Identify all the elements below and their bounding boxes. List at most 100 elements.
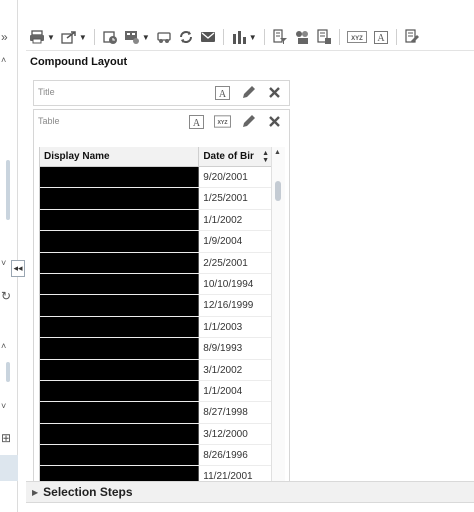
format-container-icon[interactable]: XYZ bbox=[214, 113, 231, 130]
schedule-button[interactable] bbox=[99, 26, 121, 48]
sort-arrows-icon[interactable]: ▲ ▼ bbox=[262, 150, 269, 164]
redacted-display-name-cell bbox=[40, 316, 200, 338]
date-of-birth-cell: 1/1/2004 bbox=[199, 380, 271, 402]
table-row: 1/1/2002 bbox=[40, 209, 271, 232]
new-view-icon bbox=[232, 31, 246, 44]
date-of-birth-cell: 1/9/2004 bbox=[199, 231, 271, 252]
xyz-label: XYZ bbox=[351, 36, 363, 42]
email-icon bbox=[200, 32, 215, 42]
date-of-birth-cell: 12/16/1999 bbox=[199, 295, 271, 316]
title-view-label: Title bbox=[38, 87, 55, 97]
preview-button[interactable] bbox=[153, 26, 175, 48]
expand-panel-icon[interactable]: » bbox=[1, 31, 8, 43]
calculated-items-button[interactable] bbox=[313, 26, 335, 48]
format-view-icon[interactable]: A bbox=[214, 84, 231, 101]
compound-layout-title: Compound Layout bbox=[30, 56, 128, 68]
toolbar-separator bbox=[93, 29, 95, 45]
chevron-up-icon-2[interactable]: ˄ bbox=[1, 340, 6, 352]
date-of-birth-cell: 8/26/1996 bbox=[199, 445, 271, 466]
date-of-birth-cell: 11/21/2001 bbox=[199, 466, 271, 481]
edit-properties-icon bbox=[405, 29, 419, 43]
date-of-birth-cell: 8/9/1993 bbox=[199, 338, 271, 359]
scroll-up-icon[interactable]: ▲ bbox=[274, 149, 281, 156]
table-row: 1/1/2004 bbox=[40, 380, 271, 403]
redacted-display-name-cell bbox=[40, 402, 200, 423]
table-row: 11/21/2001 bbox=[40, 466, 271, 481]
email-button[interactable] bbox=[197, 26, 219, 48]
table-row: 3/1/2002 bbox=[40, 359, 271, 381]
redacted-display-name-cell bbox=[40, 338, 200, 359]
redacted-display-name-cell bbox=[40, 445, 200, 466]
results-table: Display Name Date of Bir ▲ ▼ 9/20/2001 1/2… bbox=[39, 147, 271, 481]
table-view-actions: A XYZ bbox=[188, 113, 283, 130]
table-row: 1/9/2004 bbox=[40, 231, 271, 253]
title-view-container[interactable]: Title A bbox=[33, 80, 290, 106]
left-pane-scrollbar[interactable] bbox=[6, 160, 10, 220]
selectors-button[interactable] bbox=[291, 26, 313, 48]
hierarchy-icon[interactable]: ⊞ bbox=[1, 432, 11, 444]
remove-view-icon[interactable] bbox=[266, 113, 283, 130]
column-properties-button[interactable]: XYZ bbox=[344, 26, 370, 48]
edit-view-icon[interactable] bbox=[240, 84, 257, 101]
table-header-row: Display Name Date of Bir ▲ ▼ bbox=[40, 147, 271, 167]
redacted-display-name-cell bbox=[40, 295, 200, 316]
caret-down-icon: ▼ bbox=[141, 32, 150, 42]
prompts-icon bbox=[124, 31, 139, 44]
svg-text:A: A bbox=[219, 89, 227, 100]
text-icon: A bbox=[373, 31, 388, 44]
toolbar-separator bbox=[395, 29, 397, 45]
column-header-display-name[interactable]: Display Name bbox=[40, 147, 200, 166]
remove-view-icon[interactable] bbox=[266, 84, 283, 101]
table-row: 2/25/2001 bbox=[40, 252, 271, 274]
title-view-actions: A bbox=[214, 84, 283, 101]
edit-properties-button[interactable] bbox=[401, 26, 423, 48]
refresh-button[interactable] bbox=[175, 26, 197, 48]
left-pane-selected-item[interactable] bbox=[0, 455, 18, 481]
schedule-icon bbox=[103, 31, 117, 44]
date-of-birth-cell: 1/1/2003 bbox=[199, 316, 271, 338]
table-row: 8/27/1998 bbox=[40, 402, 271, 424]
refresh-icon bbox=[179, 31, 192, 43]
column-header-date-of-birth[interactable]: Date of Bir ▲ ▼ bbox=[199, 147, 271, 166]
date-of-birth-cell: 1/25/2001 bbox=[199, 188, 271, 209]
table-row: 1/25/2001 bbox=[40, 188, 271, 210]
caret-down-icon: ▼ bbox=[47, 32, 55, 42]
redacted-display-name-cell bbox=[40, 167, 200, 188]
redacted-display-name-cell bbox=[40, 423, 200, 445]
expand-arrow-icon[interactable]: ▶ bbox=[32, 488, 38, 497]
table-row: 12/16/1999 bbox=[40, 295, 271, 317]
table-vertical-scrollbar[interactable]: ▲ bbox=[271, 147, 285, 481]
selection-steps-panel[interactable]: ▶ Selection Steps bbox=[26, 481, 474, 503]
format-view-icon[interactable]: A bbox=[188, 113, 205, 130]
svg-text:A: A bbox=[193, 118, 201, 129]
chevron-down-icon-2[interactable]: ˅ bbox=[1, 400, 6, 412]
scrollbar-thumb[interactable] bbox=[275, 181, 281, 201]
table-row: 10/10/1994 bbox=[40, 273, 271, 296]
calculated-items-icon bbox=[317, 29, 331, 44]
new-view-button[interactable]: ▼ bbox=[228, 26, 260, 48]
date-of-birth-cell: 10/10/1994 bbox=[199, 273, 271, 295]
prompts-button[interactable]: ▼ bbox=[121, 26, 153, 48]
date-of-birth-cell: 9/20/2001 bbox=[199, 167, 271, 188]
table-row: 8/9/1993 bbox=[40, 338, 271, 360]
selection-steps-label: Selection Steps bbox=[43, 485, 133, 499]
chevron-up-icon[interactable]: ˄ bbox=[1, 54, 6, 66]
print-icon bbox=[30, 30, 44, 44]
collapse-pane-button[interactable]: ◂◂ bbox=[11, 260, 25, 277]
text-button[interactable]: A bbox=[370, 26, 392, 48]
left-pane-scrollbar-2[interactable] bbox=[6, 362, 10, 382]
table-body: 9/20/2001 1/25/2001 1/1/2002 1/9/2004 2/25/2… bbox=[40, 167, 271, 481]
redacted-display-name-cell bbox=[40, 380, 200, 402]
filters-icon bbox=[273, 29, 287, 44]
chevron-down-icon[interactable]: ˅ bbox=[1, 257, 6, 269]
print-button[interactable]: ▼ bbox=[26, 26, 58, 48]
toolbar: ▼ ▼ ▼ ▼ XYZ A bbox=[26, 26, 474, 48]
refresh-pane-icon[interactable]: ↻ bbox=[1, 290, 11, 302]
export-button[interactable]: ▼ bbox=[58, 26, 90, 48]
edit-view-icon[interactable] bbox=[240, 113, 257, 130]
caret-down-icon: ▼ bbox=[248, 32, 257, 42]
left-pane-strip: » ˄ ˅ ↻ ˄ ˅ ⊞ bbox=[0, 0, 18, 512]
table-row: 8/26/1996 bbox=[40, 445, 271, 467]
filters-button[interactable] bbox=[269, 26, 291, 48]
xyz-label: XYZ bbox=[217, 120, 228, 126]
